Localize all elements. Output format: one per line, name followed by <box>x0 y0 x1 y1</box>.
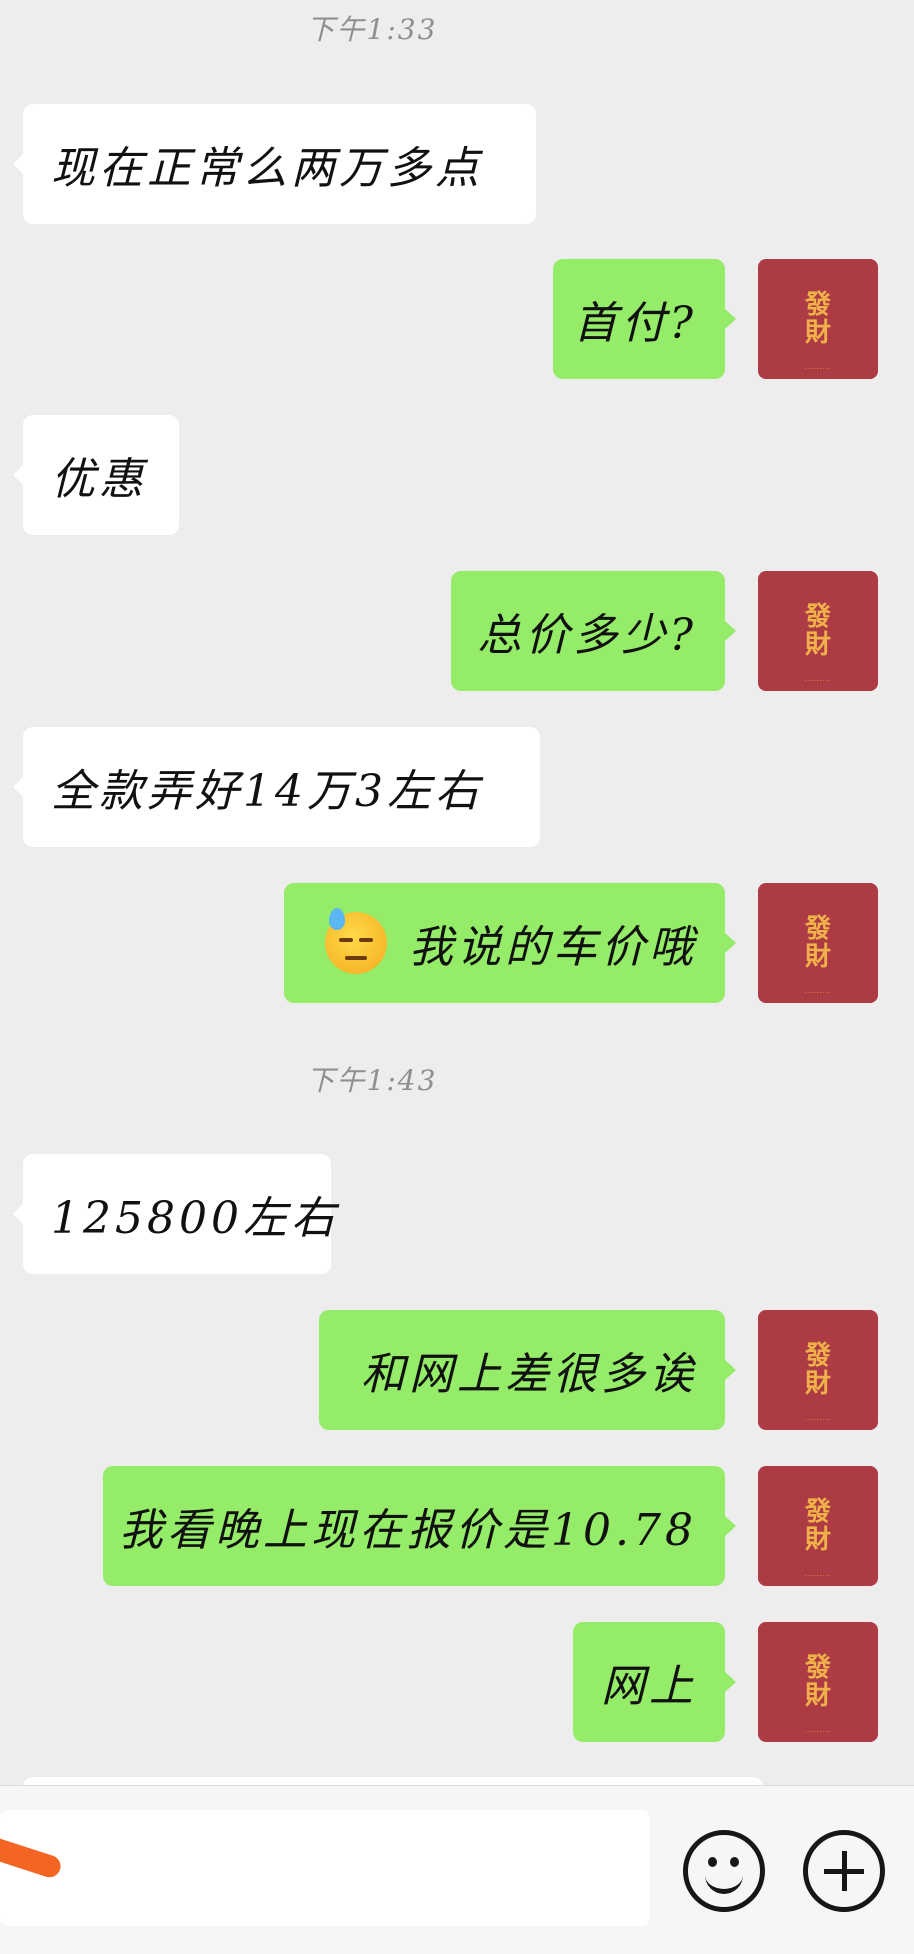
received-message[interactable]: 125800左右 <box>13 1154 335 1274</box>
avatar-glyph-top: 發 <box>804 1341 831 1371</box>
emoji-mouth <box>345 956 367 960</box>
avatar-glyph-bottom: 財 <box>804 630 831 660</box>
avatar[interactable]: 發 財 ········· <box>758 1466 878 1586</box>
message-text: 现在正常么两万多点 <box>51 143 483 194</box>
avatar-glyph-bottom: 財 <box>804 1681 831 1711</box>
message-text: 全款弄好14万3左右 <box>51 766 483 817</box>
emoji-icon-eye <box>730 1857 739 1867</box>
plus-icon[interactable] <box>803 1830 885 1912</box>
avatar-fine-print: ········· <box>804 1417 832 1424</box>
avatar-glyph-top: 發 <box>804 1497 831 1527</box>
avatar-glyph-bottom: 財 <box>804 1369 831 1399</box>
downcast-face-with-sweat-emoji <box>325 908 387 974</box>
timestamp: 下午1:33 <box>306 13 438 46</box>
message-text: 我看晚上现在报价是10.78 <box>119 1505 697 1556</box>
avatar[interactable]: 發 財 ········· <box>758 571 878 691</box>
input-bar <box>0 1785 914 1954</box>
avatar[interactable]: 發 財 ········· <box>758 259 878 379</box>
sent-message[interactable]: 和网上差很多诶 <box>319 1310 736 1430</box>
orange-scribble <box>0 1833 64 1881</box>
avatar-fine-print: ········· <box>804 1573 832 1580</box>
partially-visible-message[interactable] <box>23 1777 763 1785</box>
avatar[interactable]: 發 財 ········· <box>758 883 878 1003</box>
sent-message[interactable]: 我说的车价哦 <box>284 883 736 1003</box>
avatar-glyph-bottom: 財 <box>804 942 831 972</box>
timestamp: 下午1:43 <box>306 1064 438 1097</box>
received-message[interactable]: 现在正常么两万多点 <box>13 104 536 224</box>
message-text: 优惠 <box>51 454 147 505</box>
sent-message[interactable]: 我看晚上现在报价是10.78 <box>103 1466 736 1586</box>
message-input[interactable] <box>0 1810 650 1926</box>
received-message[interactable]: 全款弄好14万3左右 <box>13 727 540 847</box>
avatar-fine-print: ········· <box>804 990 832 997</box>
emoji-icon-eye <box>708 1857 717 1867</box>
message-text: 网上 <box>601 1661 697 1712</box>
received-message[interactable]: 优惠 <box>13 415 179 535</box>
sent-message[interactable]: 总价多少? <box>451 571 736 691</box>
chat-area[interactable]: 下午1:33 现在正常么两万多点 首付? 發 財 ········· 优惠 总价… <box>0 0 914 1785</box>
avatar[interactable]: 發 財 ········· <box>758 1310 878 1430</box>
message-text: 首付? <box>573 298 697 349</box>
emoji-eye <box>359 938 373 942</box>
avatar-glyph-bottom: 財 <box>804 1525 831 1555</box>
emoji-eye <box>339 938 353 942</box>
avatar[interactable]: 發 財 ········· <box>758 1622 878 1742</box>
sent-message[interactable]: 网上 <box>573 1622 736 1742</box>
sweat-drop <box>329 908 345 930</box>
avatar-glyph-top: 發 <box>804 290 831 320</box>
avatar-glyph-top: 發 <box>804 602 831 632</box>
emoji-icon[interactable] <box>683 1830 765 1912</box>
message-text: 125800左右 <box>51 1193 339 1244</box>
message-text: 我说的车价哦 <box>409 922 697 973</box>
avatar-glyph-top: 發 <box>804 1653 831 1683</box>
avatar-glyph-top: 發 <box>804 914 831 944</box>
sent-message[interactable]: 首付? <box>553 259 736 379</box>
avatar-fine-print: ········· <box>804 366 832 373</box>
message-text: 总价多少? <box>477 610 697 661</box>
avatar-glyph-bottom: 財 <box>804 318 831 348</box>
message-text: 和网上差很多诶 <box>361 1349 697 1400</box>
avatar-fine-print: ········· <box>804 678 832 685</box>
emoji-icon-mouth <box>705 1869 743 1894</box>
avatar-fine-print: ········· <box>804 1729 832 1736</box>
plus-icon-bar <box>842 1851 847 1891</box>
